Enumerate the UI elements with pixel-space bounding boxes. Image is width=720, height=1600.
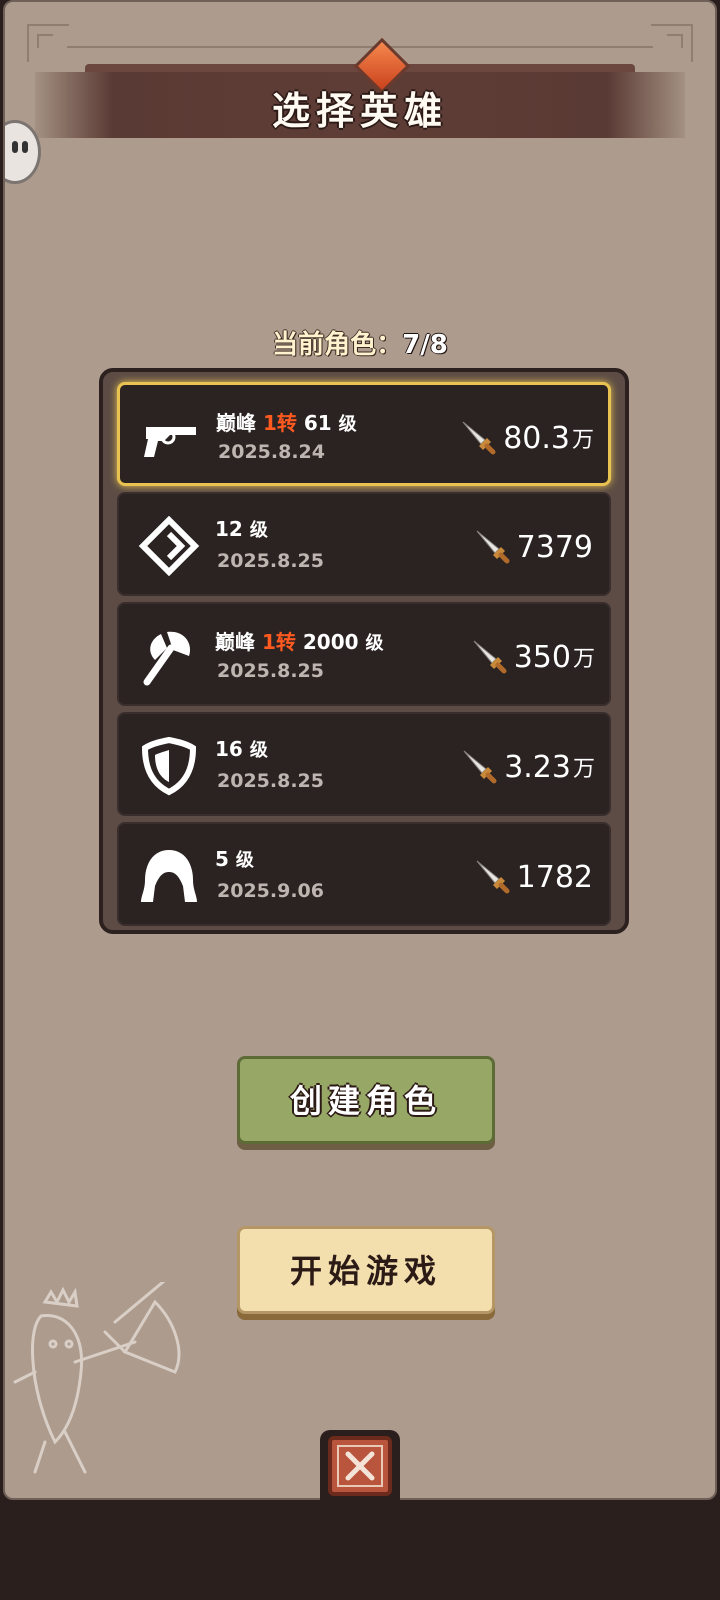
combat-power: 80.3 万: [459, 413, 594, 463]
revolver-icon: [144, 427, 196, 457]
create-character-button[interactable]: 创建角色: [237, 1056, 495, 1144]
character-date: 2025.8.25: [217, 550, 324, 572]
character-row[interactable]: 巅峰 1转 61 级 2025.8.24 80.3 万: [117, 382, 611, 486]
rune-diamond-icon: [138, 516, 200, 576]
combat-power: 7379: [473, 522, 595, 572]
character-level-line: 16 级: [215, 737, 268, 761]
combat-power: 350 万: [470, 632, 595, 682]
character-date: 2025.9.06: [217, 880, 324, 902]
roster-label: 当前角色：: [272, 330, 403, 360]
character-date: 2025.8.25: [217, 770, 324, 792]
sword-icon: [476, 860, 510, 894]
sword-icon: [463, 750, 497, 784]
close-button[interactable]: [328, 1436, 392, 1496]
app-frame: 选择英雄 当前角色：7/8 巅峰 1转 61 级 2025.8.24 80.3 …: [0, 0, 720, 1600]
character-level-line: 巅峰 1转 61 级: [216, 411, 357, 435]
character-row[interactable]: 12 级 2025.8.25 7379: [117, 492, 611, 596]
carrot-warrior-sketch-icon: [13, 1282, 181, 1474]
start-game-button[interactable]: 开始游戏: [237, 1226, 495, 1314]
character-list[interactable]: 巅峰 1转 61 级 2025.8.24 80.3 万 12 级 2025.8.…: [99, 368, 629, 934]
top-divider: [67, 46, 653, 48]
sword-icon: [476, 530, 510, 564]
bottom-bar: [0, 1500, 720, 1600]
hero-select-panel: 选择英雄 当前角色：7/8 巅峰 1转 61 级 2025.8.24 80.3 …: [3, 0, 717, 1500]
axe-icon: [143, 631, 191, 686]
character-row[interactable]: 巅峰 1转 2000 级 2025.8.25 350 万: [117, 602, 611, 706]
combat-power: 3.23 万: [460, 742, 595, 792]
character-date: 2025.8.24: [218, 441, 325, 463]
combat-power: 1782: [473, 852, 595, 902]
close-icon: [337, 1445, 383, 1487]
sword-icon: [473, 640, 507, 674]
character-row[interactable]: 16 级 2025.8.25 3.23 万: [117, 712, 611, 816]
roster-count: 当前角色：7/8: [5, 324, 715, 361]
page-title: 选择英雄: [271, 89, 448, 133]
corner-ornament-left: [27, 24, 69, 62]
character-row[interactable]: 5 级 2025.9.06 1782: [117, 822, 611, 926]
hood-icon: [141, 850, 197, 902]
character-level-line: 5 级: [215, 847, 254, 871]
character-level-line: 12 级: [215, 517, 268, 541]
sword-icon: [462, 421, 496, 455]
character-level-line: 巅峰 1转 2000 级: [215, 630, 384, 654]
roster-value: 7/8: [402, 330, 448, 360]
corner-ornament-right: [651, 24, 693, 62]
character-date: 2025.8.25: [217, 660, 324, 682]
shield-icon: [141, 736, 197, 796]
